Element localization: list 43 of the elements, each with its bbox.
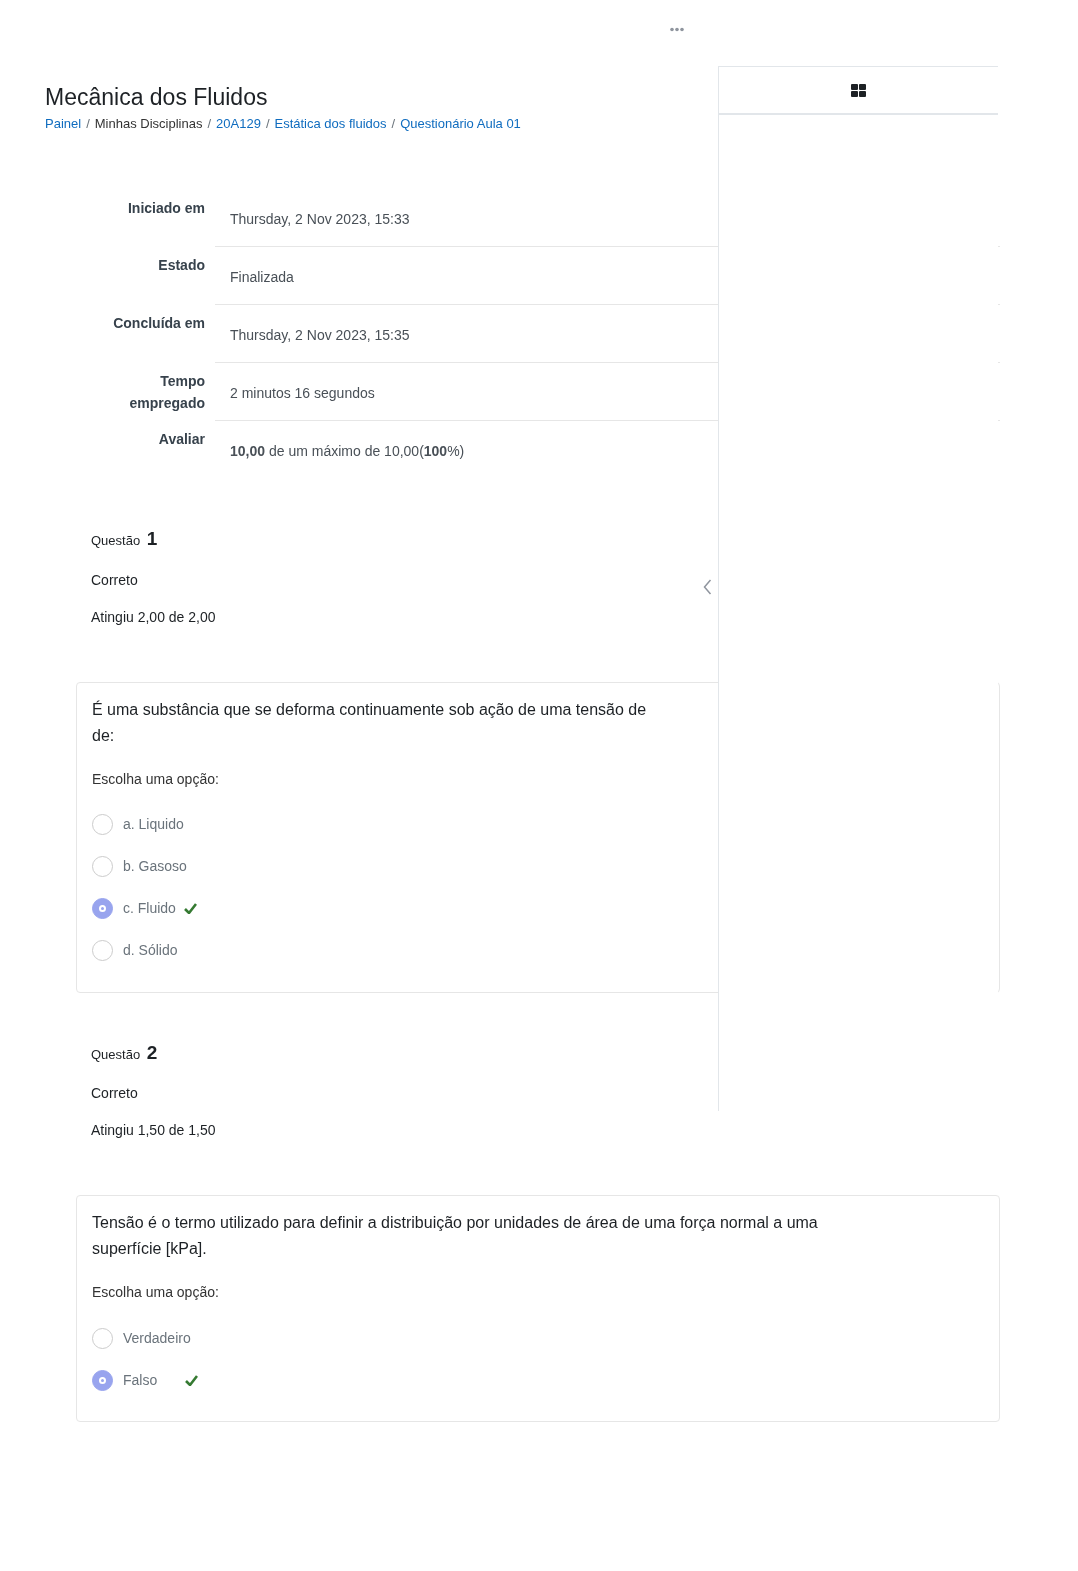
summary-label: Avaliar <box>157 430 206 450</box>
option-label[interactable]: b. Gasoso <box>123 856 187 878</box>
breadcrumb-link[interactable]: Questionário Aula 01 <box>400 115 521 131</box>
radio-button[interactable] <box>92 940 113 962</box>
summary-label: Estado <box>157 256 206 276</box>
breadcrumb-separator: / <box>265 115 270 131</box>
question-text: Tensão é o termo utilizado para definir a distribuição por unidades de área de uma força normal a uma <box>92 1214 818 1232</box>
option-label[interactable]: Verdadeiro <box>123 1327 191 1349</box>
radio-button[interactable] <box>92 1369 113 1391</box>
grid-icon[interactable] <box>851 83 866 97</box>
option-prompt: Escolha uma opção: <box>92 1284 219 1301</box>
question-text: É uma substância que se deforma continuamente sob ação de uma tensão de <box>92 700 647 718</box>
radio-button[interactable] <box>92 1327 113 1349</box>
radio-button[interactable] <box>92 814 113 836</box>
question-text: superfície [kPa]. <box>92 1240 207 1258</box>
question-grade: Atingiu 1,50 de 1,50 <box>91 1121 216 1141</box>
breadcrumb-link[interactable]: Estática dos fluidos <box>274 115 387 131</box>
option-label[interactable]: c. Fluido <box>123 898 176 920</box>
radio-button[interactable] <box>92 856 113 878</box>
breadcrumb-separator: / <box>391 115 396 131</box>
question-number: Questão 1 <box>91 527 158 552</box>
summary-label: Concluída em <box>112 314 206 334</box>
option-label[interactable]: Falso <box>123 1369 158 1391</box>
question-text: de: <box>92 726 115 744</box>
option-prompt: Escolha uma opção: <box>92 770 219 787</box>
summary-label: Iniciado em <box>126 199 206 219</box>
page-title: Mecânica dos Fluidos <box>45 84 268 110</box>
summary-value: Thursday, 2 Nov 2023, 15:33 <box>229 210 411 230</box>
breadcrumb-item: Minhas Disciplinas <box>94 115 203 131</box>
question-status: Correto <box>91 1084 138 1104</box>
summary-label: Tempo empregado <box>128 372 206 414</box>
chevron-left-icon[interactable] <box>703 579 712 596</box>
question-grade: Atingiu 2,00 de 2,00 <box>91 607 216 627</box>
breadcrumb-link[interactable]: Painel <box>45 115 82 131</box>
question-status: Correto <box>91 570 138 590</box>
breadcrumb-link[interactable]: 20A129 <box>216 115 261 131</box>
question-number: Questão 2 <box>91 1040 158 1065</box>
radio-button[interactable] <box>92 898 113 920</box>
more-icon[interactable] <box>670 27 684 32</box>
breadcrumb-separator: / <box>86 115 90 131</box>
option-label[interactable]: a. Liquido <box>123 814 184 836</box>
option-label[interactable]: d. Sólido <box>123 940 178 962</box>
breadcrumb-separator: / <box>207 115 212 131</box>
